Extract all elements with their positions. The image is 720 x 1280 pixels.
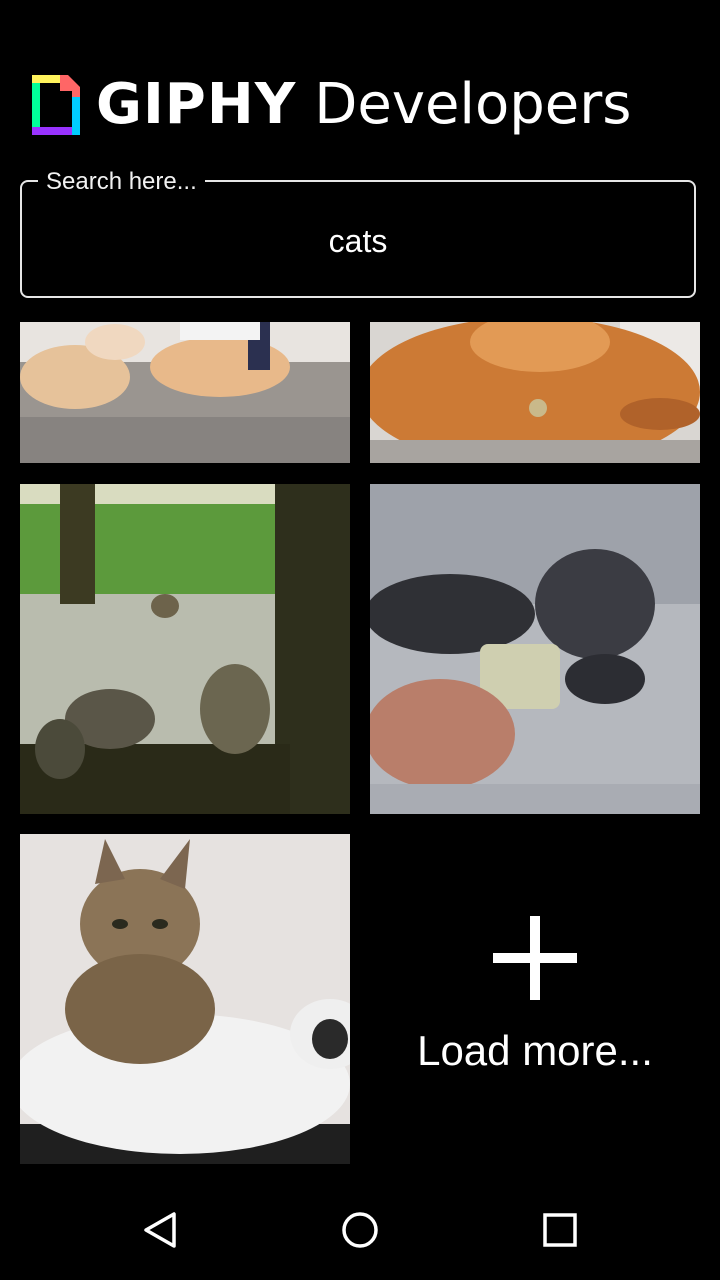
gif-tile[interactable]	[20, 484, 350, 814]
cat-gif-thumbnail	[370, 322, 700, 463]
search-field[interactable]: Search here...	[20, 168, 696, 298]
product-title: Developers	[314, 72, 632, 137]
recents-square-icon[interactable]	[540, 1210, 580, 1250]
gif-grid: Load more...	[20, 322, 700, 1164]
plus-icon	[493, 916, 577, 1000]
app-header: GIPHY Developers	[32, 70, 692, 140]
brand-title: GIPHY	[96, 72, 297, 137]
cat-gif-thumbnail	[20, 834, 350, 1164]
search-input[interactable]	[22, 182, 694, 296]
gif-tile[interactable]	[20, 322, 350, 463]
gif-tile[interactable]	[20, 834, 350, 1164]
giphy-logo-icon	[32, 75, 80, 135]
back-triangle-icon[interactable]	[140, 1210, 180, 1250]
system-navbar	[0, 1180, 720, 1280]
gif-tile[interactable]	[370, 484, 700, 814]
gif-tile[interactable]	[370, 322, 700, 463]
cat-gif-thumbnail	[20, 322, 350, 463]
home-circle-icon[interactable]	[340, 1210, 380, 1250]
load-more-button[interactable]: Load more...	[370, 834, 700, 1164]
cat-gif-thumbnail	[20, 484, 350, 814]
load-more-label: Load more...	[417, 1027, 653, 1074]
cat-gif-thumbnail	[370, 484, 700, 814]
